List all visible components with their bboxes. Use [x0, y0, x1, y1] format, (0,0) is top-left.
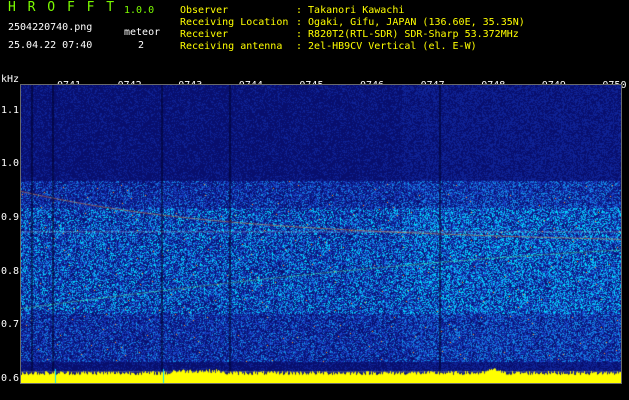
info-value-observer: : Takanori Kawachi — [296, 5, 405, 16]
frequency-tick-label: 0.7 — [1, 319, 20, 331]
frequency-unit-label: kHz — [1, 74, 20, 85]
frequency-tick-label: 1.0 — [1, 158, 20, 170]
frequency-tick-label: 0.6 — [1, 372, 20, 384]
info-label-antenna: Receiving antenna — [180, 41, 283, 52]
datetime: 25.04.22 07:40 — [8, 40, 93, 51]
meteor-label: meteor — [124, 27, 161, 38]
spectrogram-panel — [20, 84, 622, 384]
frequency-tick-label: 0.8 — [1, 265, 20, 277]
filename: 2504220740.png — [8, 22, 93, 33]
info-label-receiver: Receiver — [180, 29, 229, 40]
app-title: H R O F F T — [8, 0, 117, 15]
info-value-antenna: : 2el-HB9CV Vertical (el. E-W) — [296, 41, 477, 52]
frequency-tick-label: 1.1 — [1, 104, 20, 116]
info-value-location: : Ogaki, Gifu, JAPAN (136.60E, 35.35N) — [296, 17, 525, 28]
frequency-tick-label: 0.9 — [1, 211, 20, 223]
meteor-count: 2 — [138, 40, 145, 51]
info-value-receiver: : R820T2(RTL-SDR) SDR-Sharp 53.372MHz — [296, 29, 519, 40]
app-version: 1.0.0 — [124, 5, 155, 16]
info-label-location: Receiving Location — [180, 17, 289, 28]
spectrogram-image — [21, 85, 621, 383]
hrofft-window: H R O F F T 1.0.0 2504220740.png meteor … — [0, 0, 629, 400]
info-label-observer: Observer — [180, 5, 229, 16]
